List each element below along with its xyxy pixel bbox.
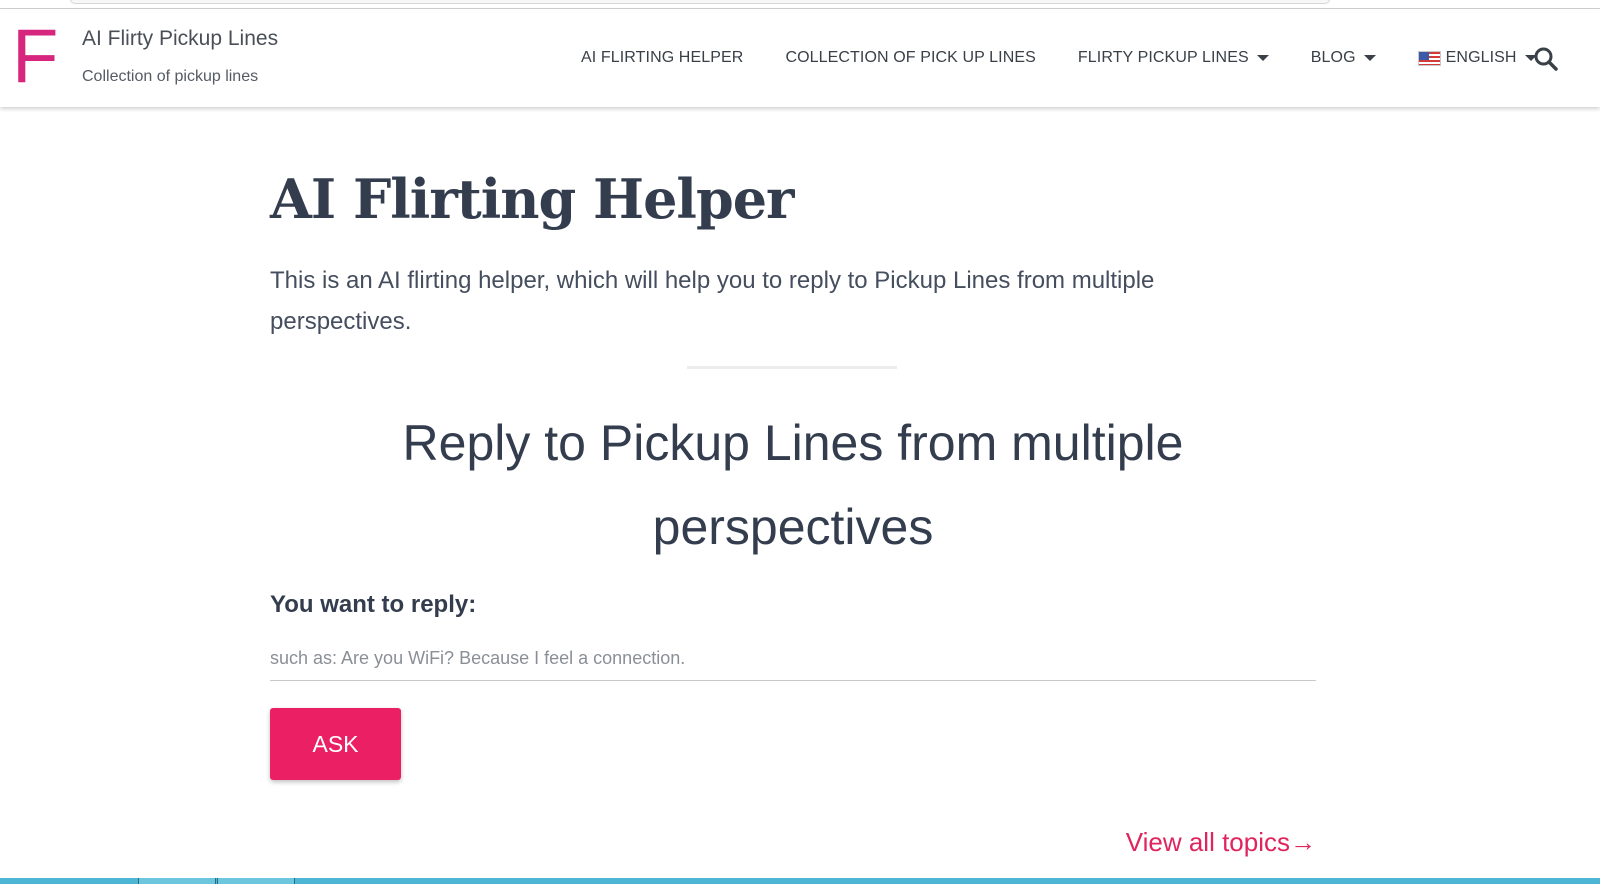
nav-item-collection[interactable]: COLLECTION OF PICK UP LINES [785, 49, 1035, 67]
nav-item-label: BLOG [1310, 49, 1356, 66]
site-header: F AI Flirty Pickup Lines Collection of p… [0, 9, 1600, 107]
us-flag-icon [1417, 50, 1441, 66]
ask-button[interactable]: ASK [270, 708, 401, 780]
os-taskbar [0, 878, 1600, 884]
nav-item-language[interactable]: ENGLISH [1417, 49, 1537, 67]
address-bar-edge [70, 0, 1330, 4]
site-title[interactable]: AI Flirty Pickup Lines [82, 27, 278, 51]
caret-down-icon [1363, 55, 1376, 61]
nav-item-label: COLLECTION OF PICK UP LINES [785, 49, 1036, 66]
nav-item-flirty-pickup-lines[interactable]: FLIRTY PICKUP LINES [1078, 49, 1269, 67]
reply-field-label: You want to reply: [270, 591, 477, 618]
site-logo[interactable]: F [12, 17, 58, 97]
search-icon[interactable] [1533, 46, 1559, 72]
nav-item-blog[interactable]: BLOG [1311, 49, 1376, 67]
site-tagline: Collection of pickup lines [82, 68, 259, 85]
nav-item-ai-flirting-helper[interactable]: AI FLIRTING HELPER [581, 49, 743, 67]
page-title: AI Flirting Helper [270, 167, 795, 231]
nav-item-label: ENGLISH [1445, 49, 1517, 66]
browser-top-edge [0, 0, 1600, 9]
reply-input[interactable] [270, 637, 1316, 681]
nav-item-label: AI FLIRTING HELPER [581, 49, 744, 66]
caret-down-icon [1256, 55, 1269, 61]
nav-item-label: FLIRTY PICKUP LINES [1077, 49, 1249, 66]
taskbar-item[interactable] [217, 878, 295, 884]
view-all-topics-link[interactable]: View all topics→ [1126, 827, 1316, 858]
intro-text: This is an AI flirting helper, which wil… [270, 267, 1155, 335]
main-nav: AI FLIRTING HELPER COLLECTION OF PICK UP… [560, 9, 1558, 107]
section-title: Reply to Pickup Lines from multiple pers… [402, 415, 1184, 555]
taskbar-item[interactable] [138, 878, 216, 884]
divider [687, 366, 897, 369]
